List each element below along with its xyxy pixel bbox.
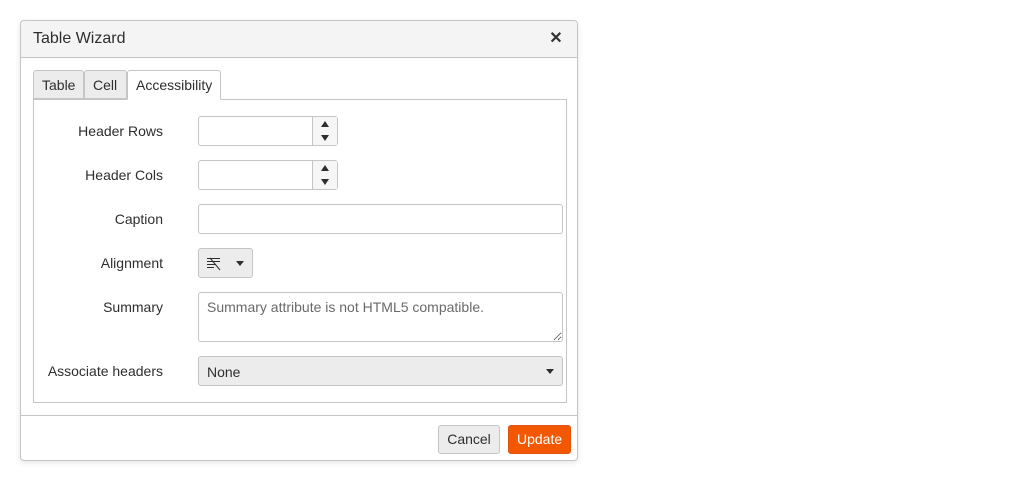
header-cols-decrease-button[interactable]: [313, 175, 337, 189]
tab-cell[interactable]: Cell: [84, 70, 127, 99]
header-rows-spinner: [312, 117, 337, 145]
table-wizard-dialog: Table Wizard ✕ Table Cell Accessibility …: [20, 20, 578, 461]
alignment-label: Alignment: [100, 255, 163, 271]
chevron-down-icon: [546, 369, 554, 374]
align-justify-icon: [207, 257, 221, 271]
alignment-picker[interactable]: [198, 248, 253, 278]
header-cols-input[interactable]: [199, 161, 311, 189]
arrow-down-icon: [321, 135, 329, 141]
header-rows-increase-button[interactable]: [313, 117, 337, 131]
associate-headers-label: Associate headers: [47, 363, 163, 379]
dialog-title: Table Wizard: [33, 30, 126, 47]
chevron-down-icon: [236, 261, 244, 266]
arrow-down-icon: [321, 179, 329, 185]
tab-accessibility[interactable]: Accessibility: [127, 70, 221, 100]
cancel-button[interactable]: Cancel: [438, 425, 500, 454]
header-rows-decrease-button[interactable]: [313, 131, 337, 145]
dialog-titlebar: Table Wizard ✕: [21, 21, 577, 58]
associate-headers-value: None: [207, 364, 241, 380]
summary-label: Summary: [103, 299, 163, 315]
header-cols-increase-button[interactable]: [313, 161, 337, 175]
header-rows-input[interactable]: [199, 117, 311, 145]
arrow-up-icon: [321, 121, 329, 127]
header-rows-stepper: [198, 116, 338, 146]
header-cols-spinner: [312, 161, 337, 189]
arrow-up-icon: [321, 165, 329, 171]
tab-table[interactable]: Table: [33, 70, 84, 99]
accessibility-panel: Header Rows Header Cols Caption Alignmen…: [33, 99, 567, 403]
associate-headers-dropdown[interactable]: None: [198, 356, 563, 386]
caption-input[interactable]: [198, 204, 563, 234]
update-button[interactable]: Update: [508, 425, 571, 454]
header-cols-label: Header Cols: [85, 167, 163, 183]
summary-textarea[interactable]: [198, 292, 563, 342]
close-icon[interactable]: ✕: [547, 29, 565, 49]
header-rows-label: Header Rows: [78, 123, 163, 139]
dialog-footer: Cancel Update: [21, 415, 577, 460]
caption-label: Caption: [114, 211, 163, 227]
header-cols-stepper: [198, 160, 338, 190]
